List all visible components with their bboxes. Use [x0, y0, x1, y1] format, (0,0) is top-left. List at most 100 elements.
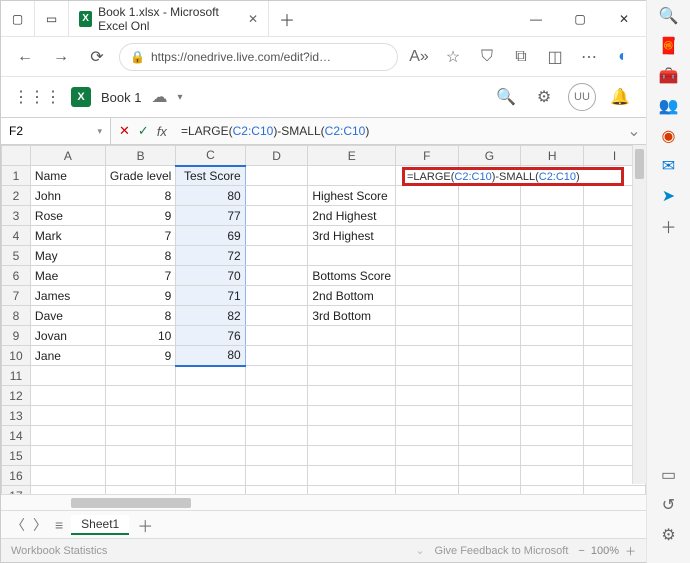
sheet-tab[interactable]: Sheet1	[71, 515, 129, 535]
cell-B5[interactable]: 8	[105, 246, 175, 266]
cell-G3[interactable]	[458, 206, 521, 226]
cell-C3[interactable]: 77	[176, 206, 245, 226]
expand-formula-bar-button[interactable]: ⌄	[622, 121, 646, 141]
cell-G16[interactable]	[458, 466, 521, 486]
menu-button[interactable]: ⋯	[576, 44, 602, 70]
cell-E12[interactable]	[308, 386, 396, 406]
cell-G12[interactable]	[458, 386, 521, 406]
row-header-10[interactable]: 10	[2, 346, 31, 366]
split-button[interactable]: ◫	[542, 44, 568, 70]
cell-H15[interactable]	[521, 446, 584, 466]
row-header-12[interactable]: 12	[2, 386, 31, 406]
cell-F12[interactable]	[396, 386, 458, 406]
name-box[interactable]: F2 ▾	[1, 118, 111, 144]
cell-A7[interactable]: James	[30, 286, 105, 306]
row-header-13[interactable]: 13	[2, 406, 31, 426]
cell-G5[interactable]	[458, 246, 521, 266]
cell-A8[interactable]: Dave	[30, 306, 105, 326]
cell-C12[interactable]	[176, 386, 245, 406]
cell-D17[interactable]	[245, 486, 308, 495]
cell-A6[interactable]: Mae	[30, 266, 105, 286]
send-rail-icon[interactable]: ➤	[659, 186, 679, 206]
cell-E7[interactable]: 2nd Bottom	[308, 286, 396, 306]
row-header-8[interactable]: 8	[2, 306, 31, 326]
cell-D8[interactable]	[245, 306, 308, 326]
cell-G11[interactable]	[458, 366, 521, 386]
cell-F10[interactable]	[396, 346, 458, 366]
minimize-button[interactable]: ―	[514, 1, 558, 37]
cell-D2[interactable]	[245, 186, 308, 206]
back-button[interactable]: ←	[11, 43, 39, 71]
accept-formula-button[interactable]: ✓	[138, 123, 149, 139]
cell-A11[interactable]	[30, 366, 105, 386]
user-avatar[interactable]: UU	[568, 83, 596, 111]
cell-G10[interactable]	[458, 346, 521, 366]
active-cell-editor[interactable]: =LARGE(C2:C10)-SMALL(C2:C10)	[402, 167, 624, 186]
cell-F17[interactable]	[396, 486, 458, 495]
cell-B1[interactable]: Grade level	[105, 166, 175, 186]
cell-B16[interactable]	[105, 466, 175, 486]
cell-G7[interactable]	[458, 286, 521, 306]
cell-D5[interactable]	[245, 246, 308, 266]
cell-G13[interactable]	[458, 406, 521, 426]
cell-F15[interactable]	[396, 446, 458, 466]
cell-B11[interactable]	[105, 366, 175, 386]
shopping-rail-icon[interactable]: 🧧	[659, 36, 679, 56]
document-tab[interactable]: X Book 1.xlsx - Microsoft Excel Onl ✕	[69, 1, 269, 36]
row-header-7[interactable]: 7	[2, 286, 31, 306]
settings-icon[interactable]: ⚙	[530, 83, 558, 111]
cell-D3[interactable]	[245, 206, 308, 226]
cell-G4[interactable]	[458, 226, 521, 246]
url-box[interactable]: 🔒 https://onedrive.live.com/edit?id…	[119, 43, 398, 71]
cell-E4[interactable]: 3rd Highest	[308, 226, 396, 246]
cell-B6[interactable]: 7	[105, 266, 175, 286]
cell-E10[interactable]	[308, 346, 396, 366]
cell-C1[interactable]: Test Score	[176, 166, 245, 186]
maximize-button[interactable]: ▢	[558, 1, 602, 37]
blank-tab[interactable]: ▭	[35, 1, 69, 36]
cell-E11[interactable]	[308, 366, 396, 386]
cell-B2[interactable]: 8	[105, 186, 175, 206]
cell-F6[interactable]	[396, 266, 458, 286]
select-all-corner[interactable]	[2, 146, 31, 166]
new-tab-button[interactable]: ＋	[269, 7, 305, 31]
cell-D6[interactable]	[245, 266, 308, 286]
formula-input[interactable]: =LARGE(C2:C10)-SMALL(C2:C10)	[175, 124, 622, 138]
cell-B13[interactable]	[105, 406, 175, 426]
row-header-16[interactable]: 16	[2, 466, 31, 486]
cell-F3[interactable]	[396, 206, 458, 226]
app-launcher-icon[interactable]: ⋮⋮⋮	[13, 87, 61, 107]
cell-F16[interactable]	[396, 466, 458, 486]
row-header-15[interactable]: 15	[2, 446, 31, 466]
cell-B10[interactable]: 9	[105, 346, 175, 366]
cell-C11[interactable]	[176, 366, 245, 386]
copilot-icon[interactable]: ◐	[610, 44, 636, 70]
add-rail-icon[interactable]: ＋	[659, 216, 679, 236]
workbook-statistics[interactable]: Workbook Statistics	[11, 545, 107, 557]
cell-H13[interactable]	[521, 406, 584, 426]
column-header-G[interactable]: G	[458, 146, 521, 166]
favorite-button[interactable]: ☆	[440, 44, 466, 70]
cell-B12[interactable]	[105, 386, 175, 406]
cell-A17[interactable]	[30, 486, 105, 495]
tracking-button[interactable]: ⛉	[474, 44, 500, 70]
cell-G2[interactable]	[458, 186, 521, 206]
row-header-6[interactable]: 6	[2, 266, 31, 286]
close-window-button[interactable]: ✕	[602, 1, 646, 37]
workbook-menu-caret[interactable]: ▾	[177, 92, 182, 103]
cell-G6[interactable]	[458, 266, 521, 286]
cell-E5[interactable]	[308, 246, 396, 266]
rail-history-icon[interactable]: ↺	[659, 495, 679, 515]
cell-E15[interactable]	[308, 446, 396, 466]
sheet-nav-next[interactable]: 〉	[33, 515, 47, 535]
column-header-A[interactable]: A	[30, 146, 105, 166]
cell-B17[interactable]	[105, 486, 175, 495]
cell-H14[interactable]	[521, 426, 584, 446]
row-header-5[interactable]: 5	[2, 246, 31, 266]
close-tab-icon[interactable]: ✕	[248, 12, 258, 26]
cell-D7[interactable]	[245, 286, 308, 306]
cell-C8[interactable]: 82	[176, 306, 245, 326]
notification-bell-icon[interactable]: 🔔	[606, 83, 634, 111]
cell-I17[interactable]	[583, 486, 645, 495]
cell-D14[interactable]	[245, 426, 308, 446]
